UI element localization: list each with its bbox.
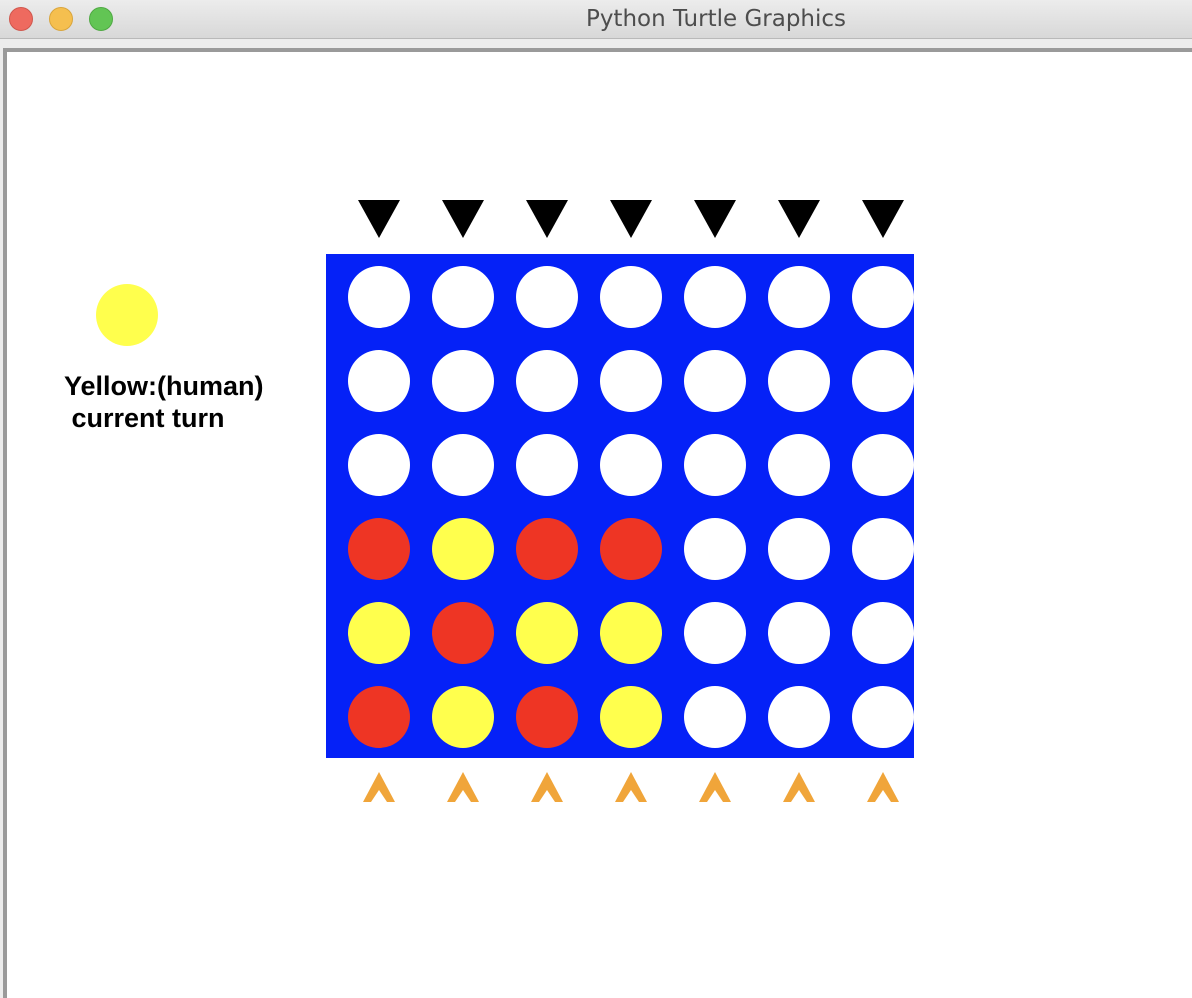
turn-status: Yellow:(human) current turn <box>64 370 264 434</box>
column-marker-6 <box>783 772 815 802</box>
empty-slot <box>684 602 746 664</box>
empty-slot <box>600 350 662 412</box>
empty-slot <box>768 266 830 328</box>
empty-slot <box>432 434 494 496</box>
empty-slot <box>852 518 914 580</box>
column-marker-5 <box>699 772 731 802</box>
empty-slot <box>684 266 746 328</box>
column-marker-7 <box>867 772 899 802</box>
red-piece <box>348 518 410 580</box>
column-marker-3 <box>531 772 563 802</box>
empty-slot <box>852 602 914 664</box>
empty-slot <box>684 350 746 412</box>
red-piece <box>600 518 662 580</box>
drop-arrow-column-5[interactable] <box>694 200 736 238</box>
red-piece <box>348 686 410 748</box>
empty-slot <box>432 350 494 412</box>
yellow-piece <box>348 602 410 664</box>
empty-slot <box>516 434 578 496</box>
empty-slot <box>768 686 830 748</box>
empty-slot <box>516 266 578 328</box>
empty-slot <box>600 266 662 328</box>
drop-arrow-column-7[interactable] <box>862 200 904 238</box>
empty-slot <box>852 686 914 748</box>
empty-slot <box>768 518 830 580</box>
red-piece <box>516 518 578 580</box>
drop-arrow-column-3[interactable] <box>526 200 568 238</box>
turtle-canvas[interactable]: Yellow:(human) current turn <box>3 48 1192 998</box>
game-board[interactable] <box>326 254 914 758</box>
window-title: Python Turtle Graphics <box>585 6 847 32</box>
empty-slot <box>432 266 494 328</box>
title-bar: Python Turtle Graphics <box>0 0 1192 39</box>
drop-arrow-column-2[interactable] <box>442 200 484 238</box>
yellow-piece <box>432 518 494 580</box>
current-turn-piece <box>96 284 158 346</box>
turn-status-label: current turn <box>64 403 225 433</box>
yellow-piece <box>600 602 662 664</box>
empty-slot <box>768 434 830 496</box>
turn-status-player: Yellow:(human) <box>64 371 264 401</box>
empty-slot <box>684 686 746 748</box>
empty-slot <box>516 350 578 412</box>
yellow-piece <box>432 686 494 748</box>
column-marker-1 <box>363 772 395 802</box>
empty-slot <box>852 350 914 412</box>
drop-arrow-column-4[interactable] <box>610 200 652 238</box>
yellow-piece <box>600 686 662 748</box>
drop-arrow-column-6[interactable] <box>778 200 820 238</box>
turtle-window: Python Turtle Graphics Yellow:(human) cu… <box>0 0 1192 998</box>
drop-arrow-column-1[interactable] <box>358 200 400 238</box>
yellow-piece <box>516 602 578 664</box>
empty-slot <box>768 602 830 664</box>
empty-slot <box>348 350 410 412</box>
column-marker-4 <box>615 772 647 802</box>
empty-slot <box>852 266 914 328</box>
empty-slot <box>852 434 914 496</box>
empty-slot <box>348 266 410 328</box>
red-piece <box>516 686 578 748</box>
empty-slot <box>600 434 662 496</box>
empty-slot <box>684 434 746 496</box>
empty-slot <box>768 350 830 412</box>
column-marker-2 <box>447 772 479 802</box>
red-piece <box>432 602 494 664</box>
empty-slot <box>348 434 410 496</box>
empty-slot <box>684 518 746 580</box>
